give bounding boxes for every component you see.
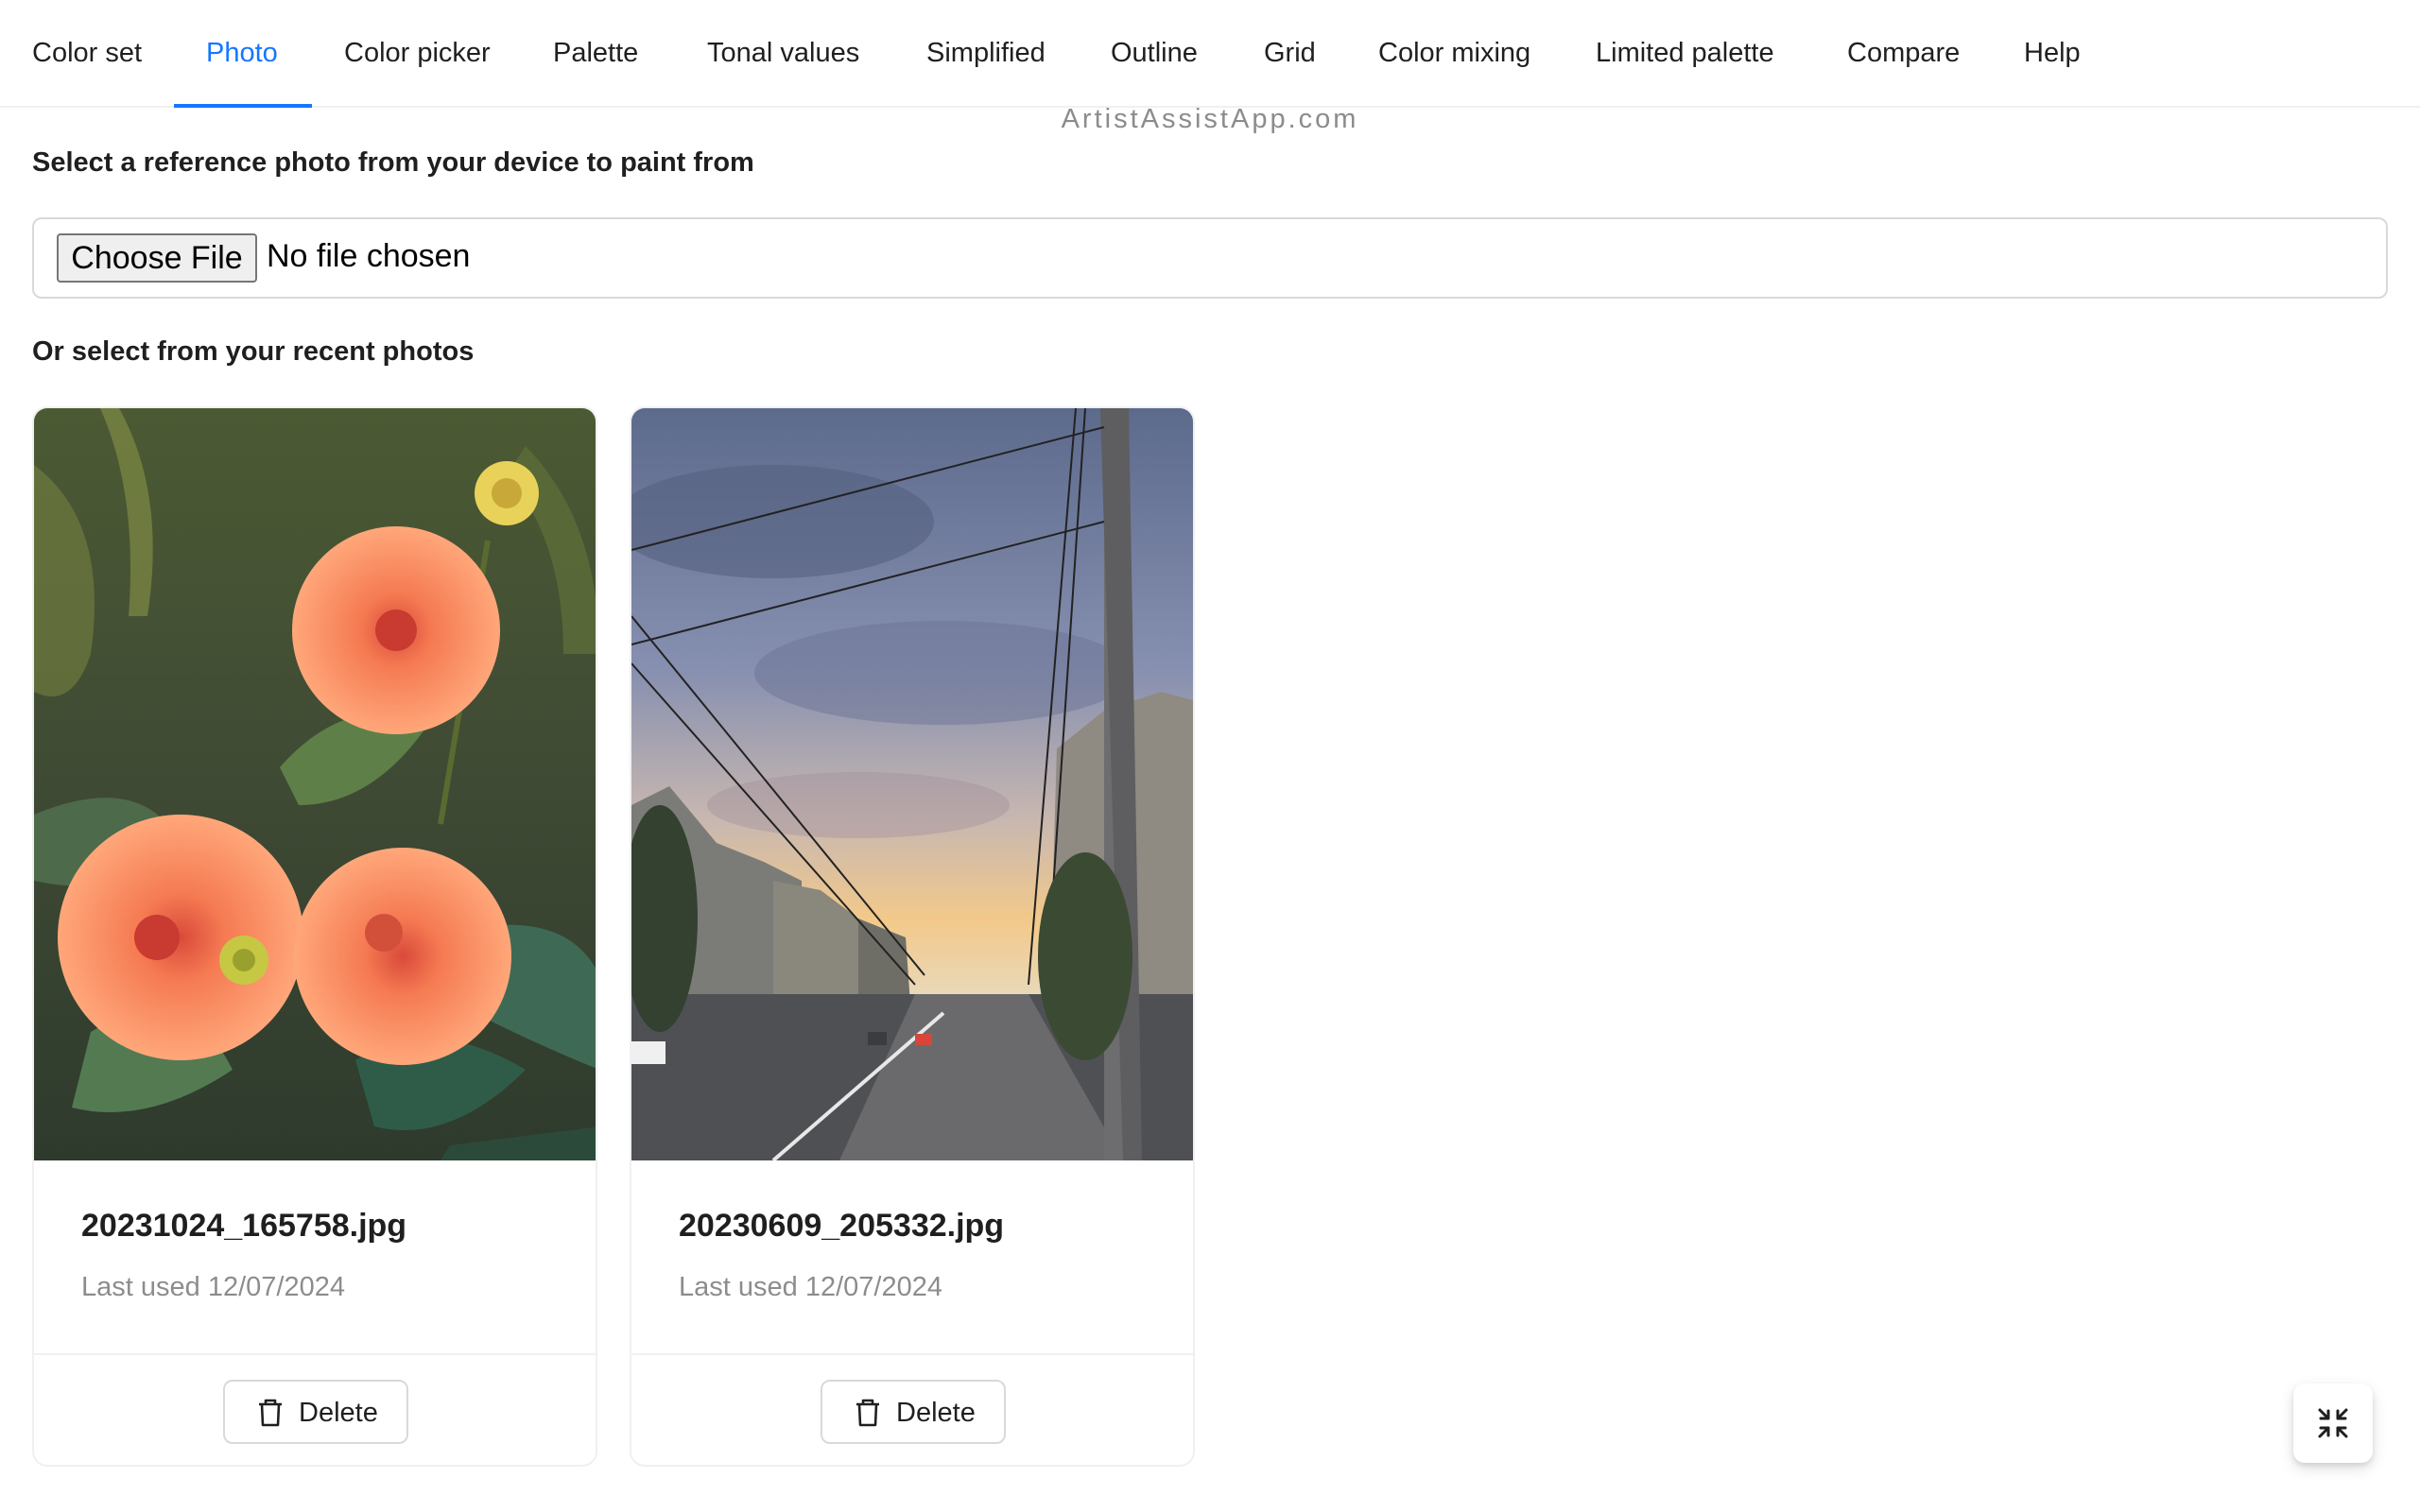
tab-simplified[interactable]: Simplified	[926, 0, 1046, 106]
delete-button[interactable]: Delete	[223, 1380, 408, 1444]
trash-icon	[856, 1399, 879, 1427]
tab-palette[interactable]: Palette	[553, 0, 638, 106]
delete-button[interactable]: Delete	[821, 1380, 1006, 1444]
delete-label: Delete	[896, 1398, 976, 1428]
card-actions: Delete	[631, 1353, 1193, 1465]
recent-photos-heading: Or select from your recent photos	[32, 336, 475, 367]
watermark: ArtistAssistApp.com	[1061, 104, 1359, 134]
tab-color-mixing[interactable]: Color mixing	[1378, 0, 1530, 106]
photo-filename: 20230609_205332.jpg	[679, 1208, 1005, 1244]
tab-photo[interactable]: Photo	[206, 0, 278, 106]
fullscreen-exit-icon	[2318, 1408, 2348, 1438]
recent-photo-card[interactable]: 20231024_165758.jpg Last used 12/07/2024…	[32, 406, 597, 1467]
tab-compare[interactable]: Compare	[1847, 0, 1960, 106]
delete-label: Delete	[299, 1398, 378, 1428]
file-status: No file chosen	[267, 238, 471, 274]
file-input[interactable]: Choose File No file chosen	[32, 217, 2388, 299]
main-tabs: Color set Photo Color picker Palette Ton…	[0, 0, 2420, 108]
card-actions: Delete	[34, 1353, 596, 1465]
tab-help[interactable]: Help	[2024, 0, 2081, 106]
tab-limited-palette[interactable]: Limited palette	[1596, 0, 1774, 106]
choose-file-button[interactable]: Choose File	[57, 233, 257, 283]
tab-grid[interactable]: Grid	[1264, 0, 1316, 106]
upload-heading: Select a reference photo from your devic…	[32, 147, 754, 178]
tab-color-set[interactable]: Color set	[32, 0, 142, 106]
tab-color-picker[interactable]: Color picker	[344, 0, 491, 106]
tab-outline[interactable]: Outline	[1111, 0, 1198, 106]
photo-last-used: Last used 12/07/2024	[81, 1272, 345, 1302]
trash-icon	[259, 1399, 282, 1427]
fullscreen-exit-button[interactable]	[2293, 1383, 2373, 1463]
recent-photo-card[interactable]: 20230609_205332.jpg Last used 12/07/2024…	[630, 406, 1195, 1467]
tab-tonal-values[interactable]: Tonal values	[707, 0, 859, 106]
photo-last-used: Last used 12/07/2024	[679, 1272, 942, 1302]
photo-thumbnail[interactable]	[631, 408, 1195, 1160]
photo-filename: 20231024_165758.jpg	[81, 1208, 407, 1244]
photo-thumbnail[interactable]	[34, 408, 597, 1160]
